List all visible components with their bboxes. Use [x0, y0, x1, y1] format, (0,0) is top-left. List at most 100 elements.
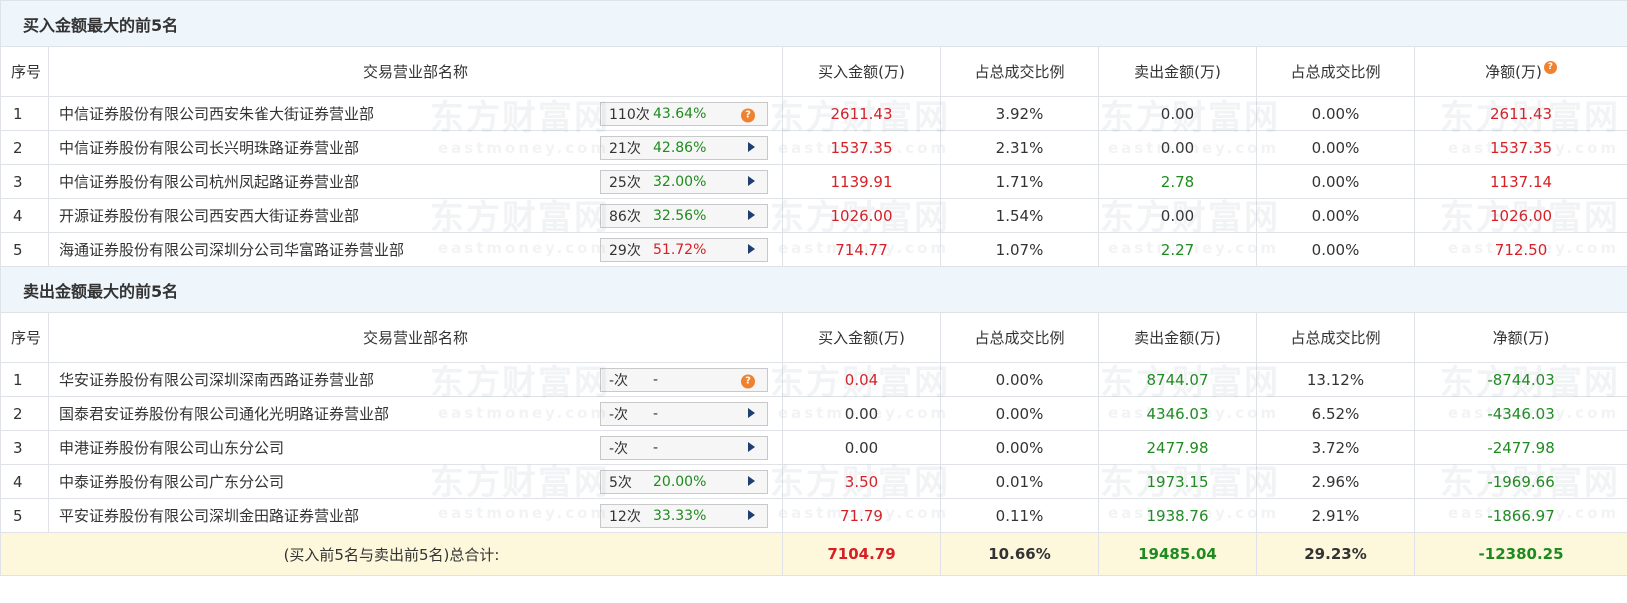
stat-icon-slot[interactable] — [748, 140, 755, 156]
broker-name-link[interactable]: 华安证券股份有限公司深圳深南西路证券营业部 — [59, 369, 374, 390]
col-net: 净额(万) — [1413, 312, 1627, 363]
col-sell-amount: 卖出金额(万) — [1098, 312, 1257, 363]
win-rate: 42.86% — [653, 139, 707, 156]
net-help-icon[interactable]: ? — [1543, 61, 1557, 74]
table-row: 3 中信证券股份有限公司杭州凤起路证券营业部 25次 32.00% 1139.9… — [0, 164, 1627, 199]
on-list-times: 12次 — [609, 508, 641, 525]
buy-ratio: 2.31% — [940, 130, 1099, 165]
sell-amount: 0.00 — [1098, 198, 1257, 233]
stat-icon-slot[interactable] — [748, 208, 755, 224]
arrow-right-icon[interactable] — [748, 175, 755, 186]
buy-amount: 3.50 — [782, 464, 941, 499]
buy-amount: 0.00 — [782, 396, 941, 431]
net-amount: 712.50 — [1413, 232, 1627, 267]
buy-amount: 1537.35 — [782, 130, 941, 165]
question-icon[interactable]: ? — [741, 108, 755, 122]
on-list-times: 86次 — [609, 208, 641, 225]
broker-stat-box[interactable]: -次 - — [600, 435, 768, 460]
broker-name-link[interactable]: 中信证券股份有限公司杭州凤起路证券营业部 — [59, 171, 359, 192]
net-amount: 1137.14 — [1413, 164, 1627, 199]
arrow-right-icon[interactable] — [748, 475, 755, 486]
sell-amount: 2477.98 — [1098, 430, 1257, 465]
col-broker-name: 交易营业部名称 — [48, 312, 783, 363]
stat-icon-slot[interactable]: ? — [741, 105, 755, 122]
lhb-detail-page: 买入金额最大的前5名 序号 交易营业部名称 买入金额(万) 占总成交比例 卖出金… — [0, 0, 1627, 603]
broker-name-link[interactable]: 中信证券股份有限公司西安朱雀大街证券营业部 — [59, 103, 374, 124]
broker-name-link[interactable]: 平安证券股份有限公司深圳金田路证券营业部 — [59, 505, 359, 526]
sell-amount: 1938.76 — [1098, 498, 1257, 533]
broker-cell: 平安证券股份有限公司深圳金田路证券营业部 12次 33.33% — [48, 498, 783, 533]
arrow-right-icon[interactable] — [748, 209, 755, 220]
on-list-times: -次 — [609, 440, 629, 457]
col-index: 序号 — [0, 46, 49, 97]
row-index: 5 — [0, 232, 49, 267]
buy-amount: 1139.91 — [782, 164, 941, 199]
col-sell-ratio: 占总成交比例 — [1256, 312, 1415, 363]
sell-ratio: 0.00% — [1256, 198, 1415, 233]
arrow-right-icon[interactable] — [748, 407, 755, 418]
broker-name-link[interactable]: 中泰证券股份有限公司广东分公司 — [59, 471, 284, 492]
stat-icon-slot[interactable] — [748, 174, 755, 190]
table-row: 5 海通证券股份有限公司深圳分公司华富路证券营业部 29次 51.72% 714… — [0, 232, 1627, 267]
sell-ratio: 0.00% — [1256, 96, 1415, 131]
broker-stat-box[interactable]: 86次 32.56% — [600, 203, 768, 228]
col-buy-amount: 买入金额(万) — [782, 312, 941, 363]
stat-icon-slot[interactable] — [748, 508, 755, 524]
stat-icon-slot[interactable] — [748, 474, 755, 490]
on-list-times: 5次 — [609, 474, 632, 491]
buy-amount: 0.04 — [782, 362, 941, 397]
arrow-right-icon[interactable] — [748, 243, 755, 254]
on-list-times: 21次 — [609, 140, 641, 157]
stat-icon-slot[interactable] — [748, 242, 755, 258]
stat-icon-slot[interactable] — [748, 406, 755, 422]
broker-stat-box[interactable]: -次 - ? — [600, 367, 768, 392]
on-list-times: -次 — [609, 372, 629, 389]
buy-ratio: 1.71% — [940, 164, 1099, 199]
broker-stat-box[interactable]: 5次 20.00% — [600, 469, 768, 494]
col-buy-ratio: 占总成交比例 — [940, 46, 1099, 97]
on-list-times: 25次 — [609, 174, 641, 191]
broker-stat-box[interactable]: 12次 33.33% — [600, 503, 768, 528]
broker-name-link[interactable]: 中信证券股份有限公司长兴明珠路证券营业部 — [59, 137, 359, 158]
table-row: 2 国泰君安证券股份有限公司通化光明路证券营业部 -次 - 0.00 0.00%… — [0, 396, 1627, 431]
net-amount: -1969.66 — [1413, 464, 1627, 499]
arrow-right-icon[interactable] — [748, 441, 755, 452]
broker-name-link[interactable]: 开源证券股份有限公司西安西大街证券营业部 — [59, 205, 359, 226]
broker-cell: 开源证券股份有限公司西安西大街证券营业部 86次 32.56% — [48, 198, 783, 233]
stat-icon-slot[interactable]: ? — [741, 371, 755, 388]
buy-ratio: 0.00% — [940, 362, 1099, 397]
broker-name-link[interactable]: 申港证券股份有限公司山东分公司 — [59, 437, 284, 458]
col-index: 序号 — [0, 312, 49, 363]
buy-amount: 1026.00 — [782, 198, 941, 233]
total-sell: 19485.04 — [1098, 532, 1257, 576]
broker-name-link[interactable]: 海通证券股份有限公司深圳分公司华富路证券营业部 — [59, 239, 404, 260]
total-label: (买入前5名与卖出前5名)总合计: — [0, 532, 783, 576]
net-amount: 1026.00 — [1413, 198, 1627, 233]
col-sell-ratio: 占总成交比例 — [1256, 46, 1415, 97]
broker-stat-box[interactable]: -次 - — [600, 401, 768, 426]
broker-stat-box[interactable]: 29次 51.72% — [600, 237, 768, 262]
broker-stat-box[interactable]: 25次 32.00% — [600, 169, 768, 194]
broker-stat-box[interactable]: 21次 42.86% — [600, 135, 768, 160]
broker-cell: 华安证券股份有限公司深圳深南西路证券营业部 -次 - ? — [48, 362, 783, 397]
broker-cell: 中泰证券股份有限公司广东分公司 5次 20.00% — [48, 464, 783, 499]
row-index: 4 — [0, 464, 49, 499]
broker-stat-box[interactable]: 110次 43.64% ? — [600, 101, 768, 126]
buy-amount: 714.77 — [782, 232, 941, 267]
net-amount: -8744.03 — [1413, 362, 1627, 397]
table-row: 2 中信证券股份有限公司长兴明珠路证券营业部 21次 42.86% 1537.3… — [0, 130, 1627, 165]
arrow-right-icon[interactable] — [748, 509, 755, 520]
sell-ratio: 13.12% — [1256, 362, 1415, 397]
broker-name-link[interactable]: 国泰君安证券股份有限公司通化光明路证券营业部 — [59, 403, 389, 424]
sell-ratio: 0.00% — [1256, 164, 1415, 199]
sell-section-title: 卖出金额最大的前5名 — [0, 266, 1627, 313]
question-icon[interactable]: ? — [741, 374, 755, 388]
total-row: (买入前5名与卖出前5名)总合计: 7104.79 10.66% 19485.0… — [0, 532, 1627, 576]
row-index: 3 — [0, 430, 49, 465]
stat-icon-slot[interactable] — [748, 440, 755, 456]
arrow-right-icon[interactable] — [748, 141, 755, 152]
table-row: 5 平安证券股份有限公司深圳金田路证券营业部 12次 33.33% 71.79 … — [0, 498, 1627, 533]
row-index: 2 — [0, 130, 49, 165]
total-section: (买入前5名与卖出前5名)总合计: 7104.79 10.66% 19485.0… — [0, 532, 1627, 576]
broker-cell: 中信证券股份有限公司西安朱雀大街证券营业部 110次 43.64% ? — [48, 96, 783, 131]
